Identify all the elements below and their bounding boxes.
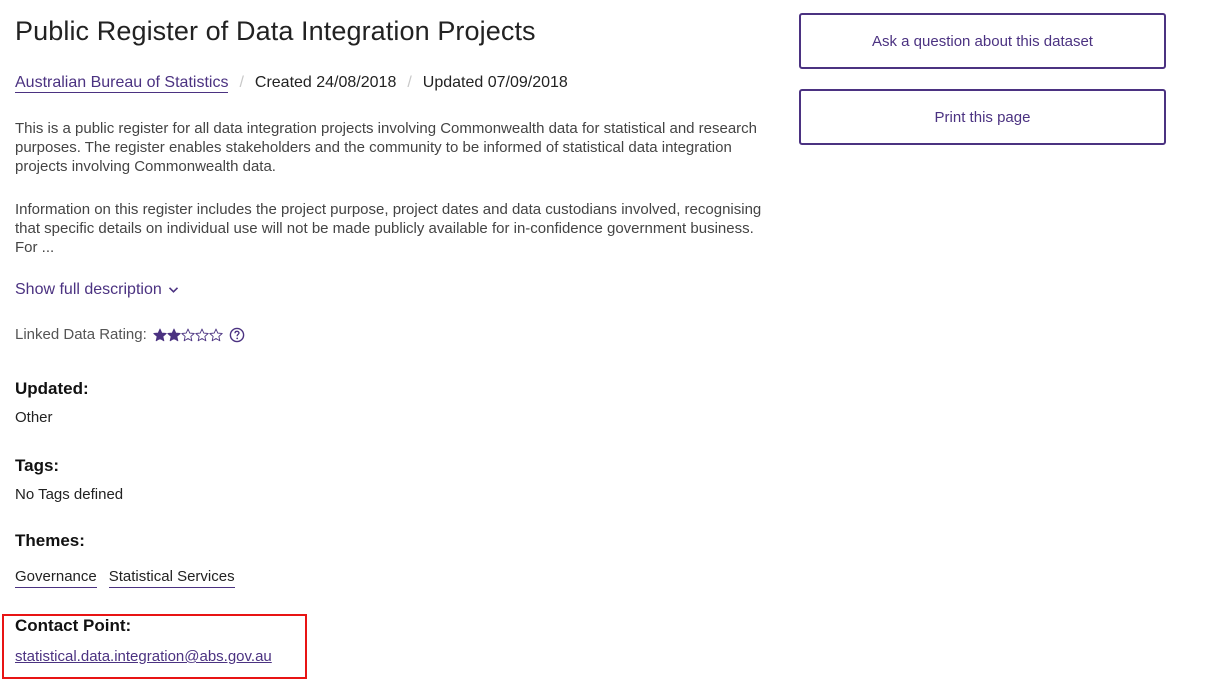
themes-label: Themes: (15, 531, 85, 550)
show-full-description-link[interactable]: Show full description (15, 281, 179, 299)
star-filled-icon (153, 328, 167, 341)
theme-link-statistical-services[interactable]: Statistical Services (108, 568, 235, 588)
print-page-button[interactable]: Print this page (799, 89, 1166, 145)
ask-question-button[interactable]: Ask a question about this dataset (799, 13, 1166, 69)
star-empty-icon (181, 328, 195, 341)
contact-point-label: Contact Point: (15, 616, 132, 635)
themes-list: Governance Statistical Services (15, 568, 247, 588)
theme-link-governance[interactable]: Governance (15, 568, 97, 588)
tags-value: No Tags defined (15, 486, 124, 503)
linked-data-rating: Linked Data Rating: (15, 326, 245, 343)
updated-date: Updated 07/09/2018 (422, 74, 568, 91)
dataset-meta: Australian Bureau of Statistics / Created … (15, 74, 568, 93)
question-circle-icon[interactable] (229, 327, 245, 343)
description-paragraph-2: Information on this register includes th… (15, 201, 762, 256)
updated-value: Other (15, 409, 53, 426)
star-empty-icon (195, 328, 209, 341)
page-title: Public Register of Data Integration Proj… (15, 16, 536, 46)
chevron-down-icon (168, 287, 178, 293)
description-paragraph-1: This is a public register for all data i… (15, 120, 758, 175)
contact-email-link[interactable]: statistical.data.integration@abs.gov.au (15, 648, 272, 665)
rating-stars (153, 328, 223, 342)
tags-label: Tags: (15, 456, 60, 475)
show-full-description-label: Show full description (15, 281, 162, 298)
meta-separator: / (239, 74, 244, 91)
rating-label: Linked Data Rating: (15, 326, 147, 343)
created-date: Created 24/08/2018 (254, 74, 397, 91)
publisher-link[interactable]: Australian Bureau of Statistics (15, 74, 229, 93)
star-filled-icon (167, 328, 181, 341)
updated-label: Updated: (15, 379, 89, 398)
meta-separator: / (407, 74, 412, 91)
star-empty-icon (209, 328, 223, 341)
